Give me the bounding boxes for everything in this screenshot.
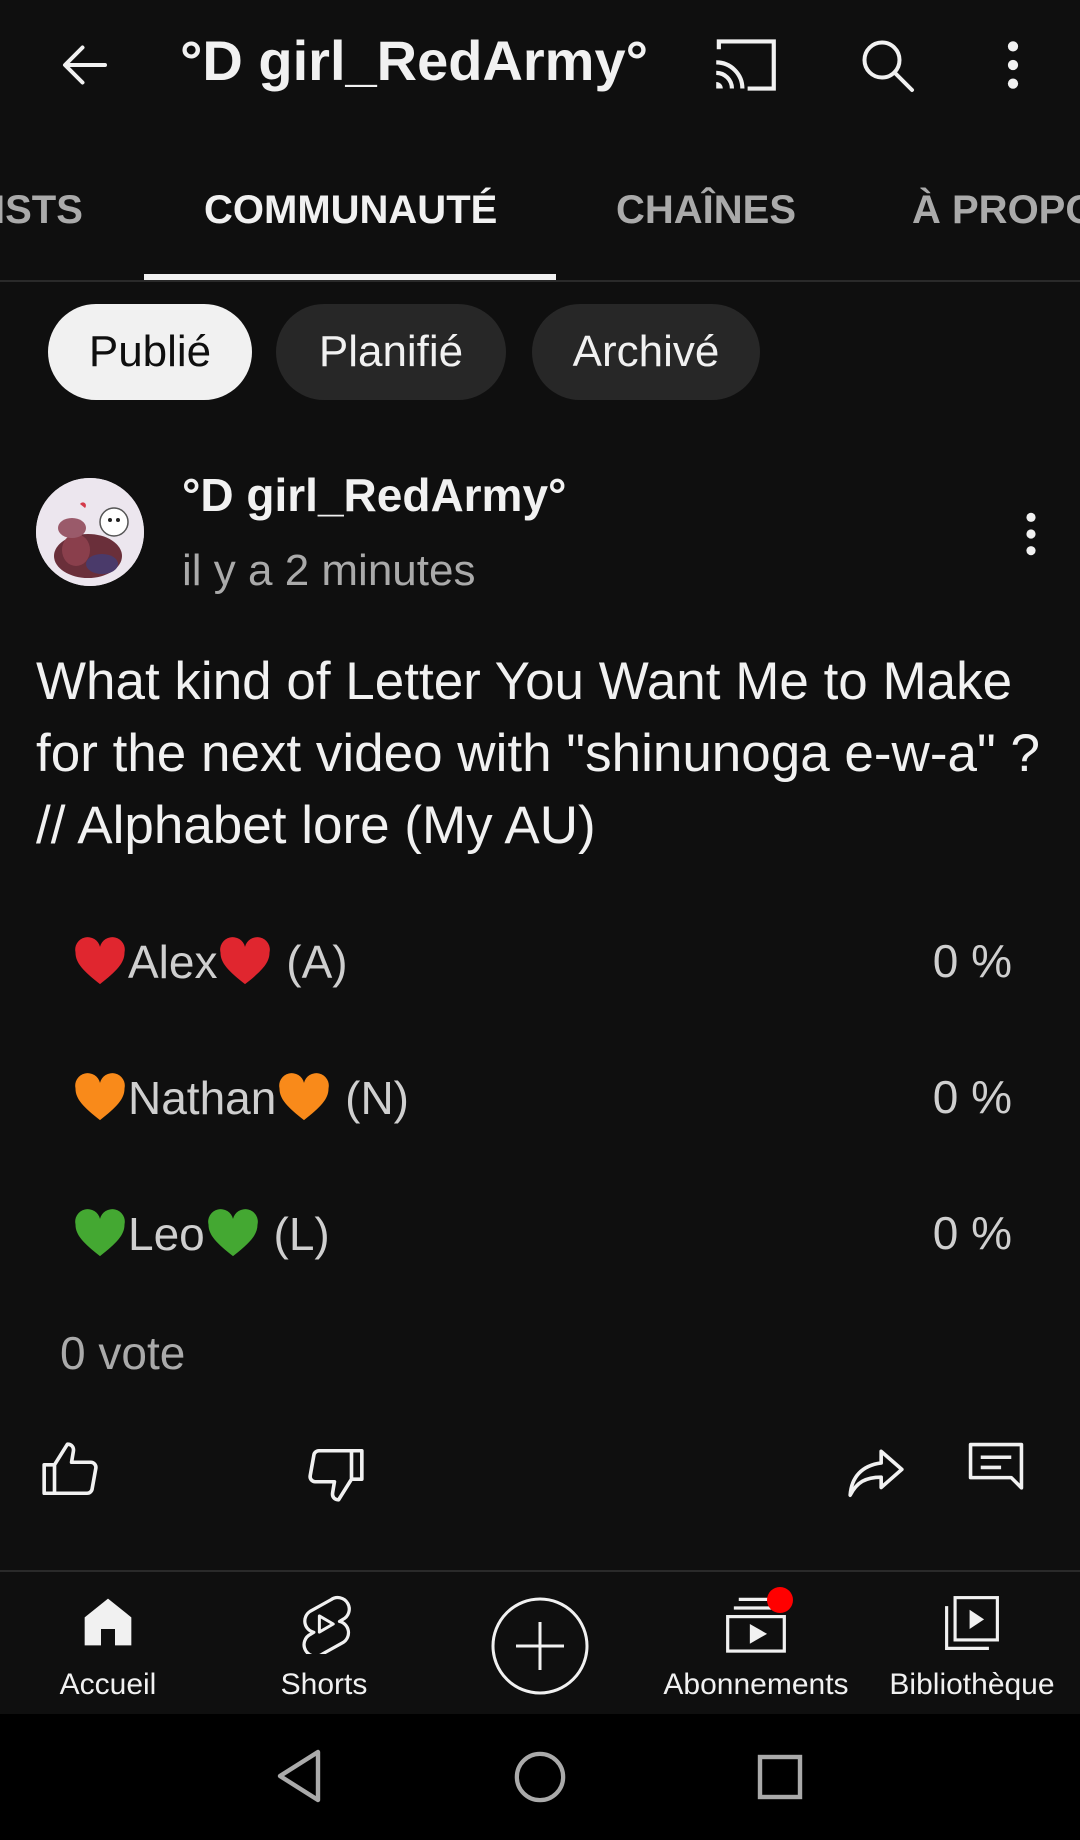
poll-option-letter: (A): [273, 936, 348, 988]
poll-option-name: Leo: [128, 1208, 205, 1260]
back-button[interactable]: [40, 20, 130, 110]
nav-home-label: Accueil: [59, 1668, 157, 1701]
library-icon: [945, 1596, 999, 1650]
shorts-icon: [302, 1595, 351, 1654]
red-heart-icon: [75, 937, 125, 985]
green-heart-icon: [75, 1209, 125, 1257]
dislike-icon: [308, 1448, 364, 1502]
post-menu-button[interactable]: [1006, 496, 1056, 572]
create-icon: [491, 1597, 589, 1695]
badge-dot: [767, 1587, 793, 1613]
chip-scheduled[interactable]: Planifié: [276, 304, 506, 400]
poll-option-percent: 0 %: [932, 1207, 1012, 1259]
top-app-bar: °D girl_RedArmy°: [0, 0, 1080, 128]
search-icon: [862, 40, 914, 92]
tab-community[interactable]: COMMUNAUTÉ: [204, 188, 497, 233]
avatar-image: [36, 478, 144, 586]
active-tab-indicator: [144, 274, 556, 280]
tab-about[interactable]: À PROPO: [912, 188, 1080, 233]
green-heart-icon: [207, 1209, 258, 1257]
channel-avatar[interactable]: [36, 478, 144, 586]
chip-published[interactable]: Publié: [48, 304, 252, 400]
like-icon: [42, 1442, 98, 1496]
cast-button[interactable]: [700, 20, 790, 110]
post-author[interactable]: °D girl_RedArmy°: [182, 468, 566, 522]
poll-option-name: Alex: [128, 936, 218, 988]
orange-heart-icon: [75, 1073, 125, 1121]
post-timestamp: il y a 2 minutes: [182, 546, 476, 595]
back-arrow-icon: [63, 45, 107, 85]
bottom-navigation: Accueil Shorts Abonnements Bibliothèque: [0, 1570, 1080, 1716]
nav-library-label: Bibliothèque: [889, 1668, 1055, 1701]
poll-option-label: Alex (A): [72, 934, 348, 990]
poll-vote-count: 0 vote: [60, 1327, 186, 1379]
poll-option[interactable]: Leo (L) 0 %: [72, 1194, 1012, 1274]
nav-subscriptions-label: Abonnements: [663, 1668, 849, 1701]
system-home-icon[interactable]: [513, 1750, 567, 1804]
more-vert-icon: [1007, 41, 1019, 89]
red-heart-icon: [220, 937, 271, 985]
poll-option-label: Nathan (N): [72, 1070, 409, 1126]
poll-option-label: Leo (L): [72, 1206, 330, 1262]
comment-icon: [968, 1442, 1024, 1490]
poll-option[interactable]: Alex (A) 0 %: [72, 922, 1012, 1002]
nav-shorts-label: Shorts: [280, 1668, 368, 1701]
comment-button[interactable]: [956, 1430, 1036, 1510]
channel-tabs: ISTS COMMUNAUTÉ CHAÎNES À PROPO: [0, 150, 1080, 282]
poll-option-letter: (N): [332, 1072, 409, 1124]
nav-create[interactable]: [432, 1572, 648, 1716]
chip-archived[interactable]: Archivé: [532, 304, 760, 400]
nav-library[interactable]: Bibliothèque: [864, 1572, 1080, 1716]
share-icon: [848, 1449, 904, 1498]
poll-option-percent: 0 %: [932, 935, 1012, 987]
notification-badge: [767, 1587, 793, 1613]
nav-subscriptions[interactable]: Abonnements: [648, 1572, 864, 1716]
share-button[interactable]: [836, 1432, 916, 1512]
poll-option-percent: 0 %: [932, 1071, 1012, 1123]
tab-playlists[interactable]: ISTS: [0, 188, 83, 233]
post-text: What kind of Letter You Want Me to Make …: [36, 652, 1040, 855]
channel-title: °D girl_RedArmy°: [180, 29, 649, 92]
more-vert-icon: [1026, 512, 1036, 556]
orange-heart-icon: [279, 1073, 330, 1121]
system-navigation-bar: [0, 1714, 1080, 1840]
home-icon: [84, 1598, 132, 1646]
search-button[interactable]: [842, 20, 932, 110]
nav-home[interactable]: Accueil: [0, 1572, 216, 1716]
poll-option-name: Nathan: [128, 1072, 277, 1124]
system-recents-icon[interactable]: [756, 1753, 804, 1801]
poll-option[interactable]: Nathan (N) 0 %: [72, 1058, 1012, 1138]
cast-icon: [716, 39, 776, 91]
more-options-button[interactable]: [968, 20, 1058, 110]
like-button[interactable]: [30, 1430, 110, 1510]
tab-channels[interactable]: CHAÎNES: [616, 188, 796, 233]
system-back-icon[interactable]: [274, 1748, 326, 1804]
poll-option-letter: (L): [260, 1208, 330, 1260]
dislike-button[interactable]: [296, 1434, 376, 1514]
nav-shorts[interactable]: Shorts: [216, 1572, 432, 1716]
